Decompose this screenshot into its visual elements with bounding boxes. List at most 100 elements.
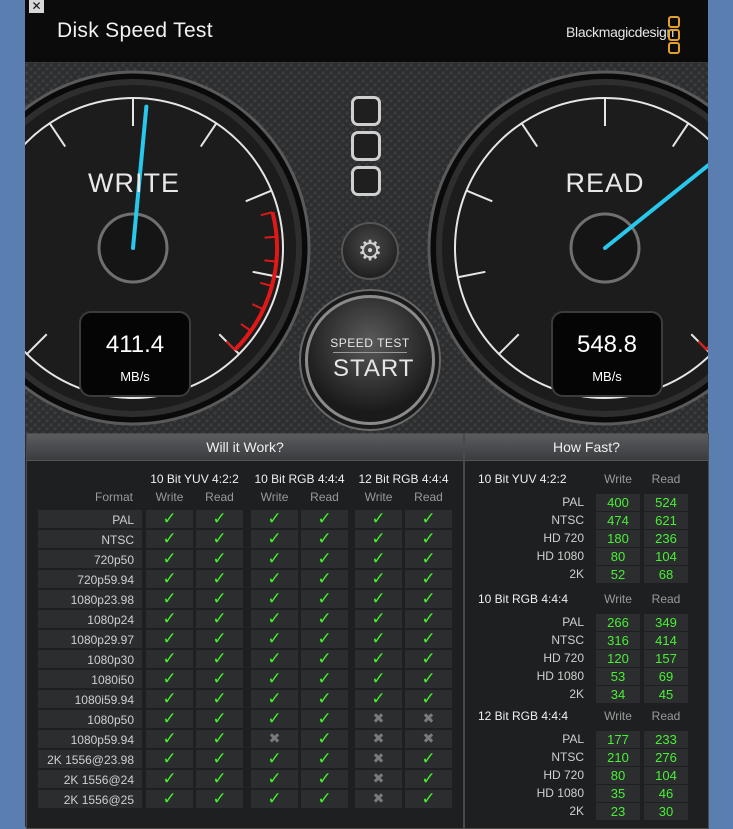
check-icon: ✓ xyxy=(146,509,193,529)
check-icon: ✓ xyxy=(405,749,452,769)
format-name: HD 1080 xyxy=(478,669,584,683)
check-icon: ✓ xyxy=(301,689,348,709)
check-icon: ✓ xyxy=(301,589,348,609)
read-speed-cell: 69 xyxy=(644,669,688,684)
write-speed-value: 411.4 xyxy=(81,331,189,359)
check-icon: ✓ xyxy=(301,789,348,809)
write-speed-cell: 23 xyxy=(596,804,640,819)
check-icon: ✓ xyxy=(355,569,402,589)
write-speed-cell: 316 xyxy=(596,633,640,648)
check-icon: ✓ xyxy=(251,509,298,529)
write-speed-cell: 210 xyxy=(596,750,640,765)
format-name: PAL xyxy=(478,495,584,509)
format-name: 2K xyxy=(478,567,584,581)
section-header: 12 Bit RGB 4:4:4 xyxy=(478,709,588,723)
check-icon: ✓ xyxy=(405,549,452,569)
check-icon: ✓ xyxy=(355,529,402,549)
write-speed-cell: 180 xyxy=(596,531,640,546)
write-column-header: Write xyxy=(596,592,640,606)
read-column-header: Read xyxy=(301,490,348,504)
read-gauge-label: READ xyxy=(525,168,685,199)
read-speed-cell: 233 xyxy=(644,732,688,747)
format-name: 1080i59.94 xyxy=(38,693,134,707)
start-button[interactable]: SPEED TEST START xyxy=(305,295,435,425)
read-speed-cell: 46 xyxy=(644,786,688,801)
format-name: HD 720 xyxy=(478,768,584,782)
check-icon: ✓ xyxy=(196,649,243,669)
write-speed-cell: 474 xyxy=(596,513,640,528)
read-speed-cell: 621 xyxy=(644,513,688,528)
read-speed-unit: MB/s xyxy=(553,369,661,384)
check-icon: ✓ xyxy=(146,629,193,649)
format-name: NTSC xyxy=(478,750,584,764)
check-icon: ✓ xyxy=(196,749,243,769)
cross-icon: ✖ xyxy=(405,731,452,747)
read-speed-cell: 30 xyxy=(644,804,688,819)
read-speed-cell: 104 xyxy=(644,549,688,564)
check-icon: ✓ xyxy=(146,649,193,669)
write-readout: 411.4 MB/s xyxy=(79,311,191,397)
check-icon: ✓ xyxy=(146,569,193,589)
format-group-header: 10 Bit RGB 4:4:4 xyxy=(251,472,348,486)
check-icon: ✓ xyxy=(301,729,348,749)
check-icon: ✓ xyxy=(251,609,298,629)
read-speed-cell: 236 xyxy=(644,531,688,546)
check-icon: ✓ xyxy=(251,789,298,809)
blackmagic-logo-icon xyxy=(351,96,385,192)
close-icon[interactable]: ✕ xyxy=(29,0,44,13)
check-icon: ✓ xyxy=(355,589,402,609)
check-icon: ✓ xyxy=(146,609,193,629)
format-name: 1080p29.97 xyxy=(38,633,134,647)
brand-logo-icon xyxy=(668,16,680,52)
check-icon: ✓ xyxy=(196,669,243,689)
format-group-header: 12 Bit RGB 4:4:4 xyxy=(355,472,452,486)
format-name: 1080p24 xyxy=(38,613,134,627)
section-header: 10 Bit RGB 4:4:4 xyxy=(478,592,588,606)
how-fast-title: How Fast? xyxy=(465,434,708,461)
check-icon: ✓ xyxy=(251,749,298,769)
write-column-header: Write xyxy=(146,490,193,504)
read-column-header: Read xyxy=(405,490,452,504)
check-icon: ✓ xyxy=(301,609,348,629)
left-edge xyxy=(0,0,25,827)
check-icon: ✓ xyxy=(196,709,243,729)
check-icon: ✓ xyxy=(146,669,193,689)
write-speed-cell: 400 xyxy=(596,495,640,510)
check-icon: ✓ xyxy=(301,569,348,589)
write-gauge-label: WRITE xyxy=(54,168,214,199)
check-icon: ✓ xyxy=(355,649,402,669)
read-speed-cell: 524 xyxy=(644,495,688,510)
check-icon: ✓ xyxy=(146,769,193,789)
format-name: 2K 1556@23.98 xyxy=(38,753,134,767)
check-icon: ✓ xyxy=(405,769,452,789)
write-column-header: Write xyxy=(355,490,402,504)
check-icon: ✓ xyxy=(146,789,193,809)
will-it-work-title: Will it Work? xyxy=(27,434,463,461)
check-icon: ✓ xyxy=(196,529,243,549)
app-title: Disk Speed Test xyxy=(57,19,213,43)
write-speed-cell: 80 xyxy=(596,768,640,783)
check-icon: ✓ xyxy=(301,629,348,649)
format-name: PAL xyxy=(478,732,584,746)
check-icon: ✓ xyxy=(405,509,452,529)
right-edge xyxy=(708,0,733,827)
check-icon: ✓ xyxy=(301,549,348,569)
check-icon: ✓ xyxy=(251,689,298,709)
cross-icon: ✖ xyxy=(405,711,452,727)
check-icon: ✓ xyxy=(405,569,452,589)
start-button-label: START xyxy=(333,352,407,383)
check-icon: ✓ xyxy=(196,629,243,649)
check-icon: ✓ xyxy=(301,529,348,549)
format-group-header: 10 Bit YUV 4:2:2 xyxy=(146,472,243,486)
format-name: NTSC xyxy=(38,533,134,547)
section-header: 10 Bit YUV 4:2:2 xyxy=(478,472,588,486)
settings-button[interactable]: ⚙ xyxy=(341,222,399,280)
check-icon: ✓ xyxy=(355,629,402,649)
check-icon: ✓ xyxy=(146,529,193,549)
format-name: NTSC xyxy=(478,633,584,647)
format-name: 720p59.94 xyxy=(38,573,134,587)
write-speed-unit: MB/s xyxy=(81,369,189,384)
format-name: HD 1080 xyxy=(478,786,584,800)
write-speed-cell: 53 xyxy=(596,669,640,684)
check-icon: ✓ xyxy=(196,689,243,709)
